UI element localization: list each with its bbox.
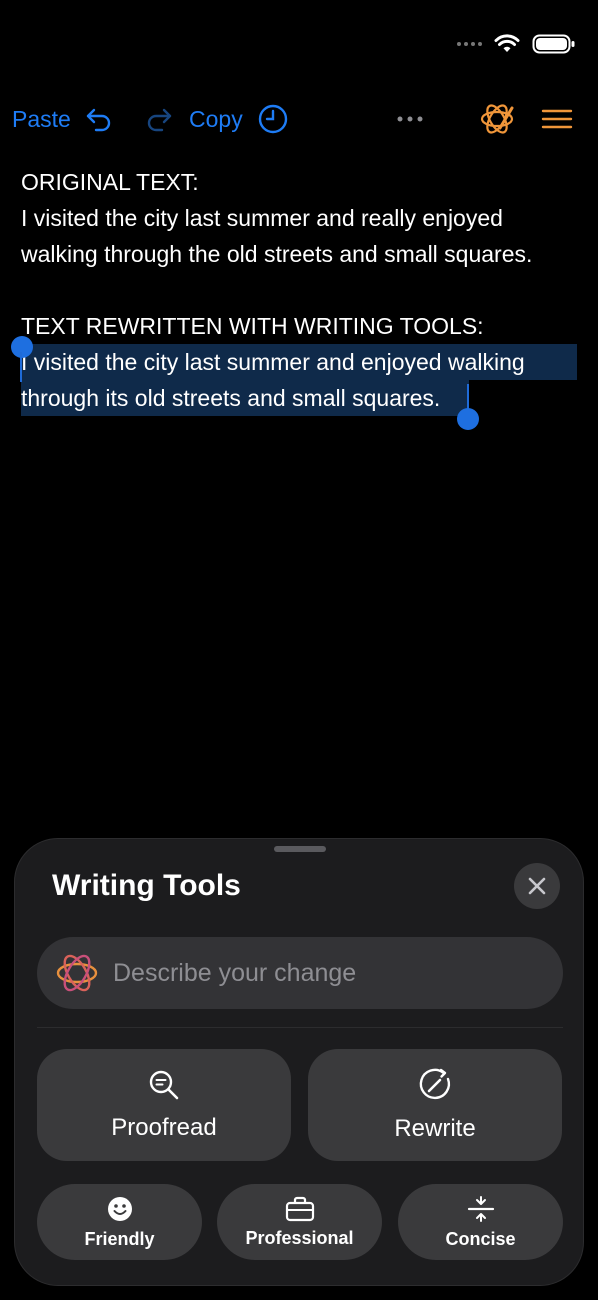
professional-button[interactable]: Professional <box>217 1184 382 1260</box>
rewritten-line-2: through its old streets and small square… <box>21 385 441 411</box>
panel-title: Writing Tools <box>52 869 241 902</box>
describe-change-field[interactable] <box>37 937 563 1009</box>
divider <box>37 1027 563 1028</box>
selection-end-handle[interactable] <box>457 408 479 430</box>
rewritten-heading: TEXT REWRITTEN WITH WRITING TOOLS: <box>21 313 484 339</box>
writing-tools-panel: Writing Tools Proofread <box>14 838 584 1286</box>
selected-text[interactable]: I visited the city last summer and enjoy… <box>11 336 581 430</box>
writing-tools-icon[interactable] <box>478 96 516 142</box>
close-button[interactable] <box>514 863 560 909</box>
briefcase-icon <box>285 1196 314 1221</box>
status-bar <box>457 28 576 60</box>
redo-arrow-icon[interactable] <box>144 96 174 142</box>
close-icon <box>528 877 546 895</box>
ellipsis-icon[interactable] <box>396 96 424 142</box>
selection-start-caret <box>20 352 22 382</box>
undo-arrow-icon[interactable] <box>84 96 114 142</box>
professional-label: Professional <box>245 1227 354 1248</box>
apple-intelligence-icon <box>53 949 101 997</box>
compress-icon <box>467 1195 494 1222</box>
proofread-label: Proofread <box>111 1114 217 1141</box>
concise-button[interactable]: Concise <box>398 1184 563 1260</box>
editor-toolbar: Paste Copy <box>0 96 598 142</box>
signal-dots-icon <box>457 42 482 46</box>
friendly-label: Friendly <box>84 1228 155 1249</box>
original-line-2: walking through the old streets and smal… <box>21 241 533 267</box>
rewrite-button[interactable]: Rewrite <box>308 1049 562 1161</box>
describe-change-input[interactable] <box>111 957 535 989</box>
selection-start-handle[interactable] <box>11 336 33 358</box>
original-heading: ORIGINAL TEXT: <box>21 169 199 195</box>
paste-button[interactable]: Paste <box>12 96 71 142</box>
magnifier-check-icon <box>149 1070 179 1100</box>
sheet-grabber[interactable] <box>274 846 326 852</box>
proofread-button[interactable]: Proofread <box>37 1049 291 1161</box>
copy-button[interactable]: Copy <box>189 96 243 142</box>
battery-icon <box>532 34 575 54</box>
friendly-button[interactable]: Friendly <box>37 1184 202 1260</box>
wifi-icon <box>494 34 520 52</box>
smiley-icon <box>107 1196 132 1221</box>
menu-lines-icon[interactable] <box>541 96 573 142</box>
document-text[interactable]: ORIGINAL TEXT: I visited the city last s… <box>11 164 581 430</box>
concise-label: Concise <box>445 1228 516 1249</box>
rewrite-circle-icon <box>419 1068 451 1100</box>
rewritten-line-1: I visited the city last summer and enjoy… <box>21 349 525 375</box>
rewrite-label: Rewrite <box>394 1115 476 1142</box>
original-line-1: I visited the city last summer and reall… <box>21 205 503 231</box>
clock-icon[interactable] <box>257 96 289 142</box>
